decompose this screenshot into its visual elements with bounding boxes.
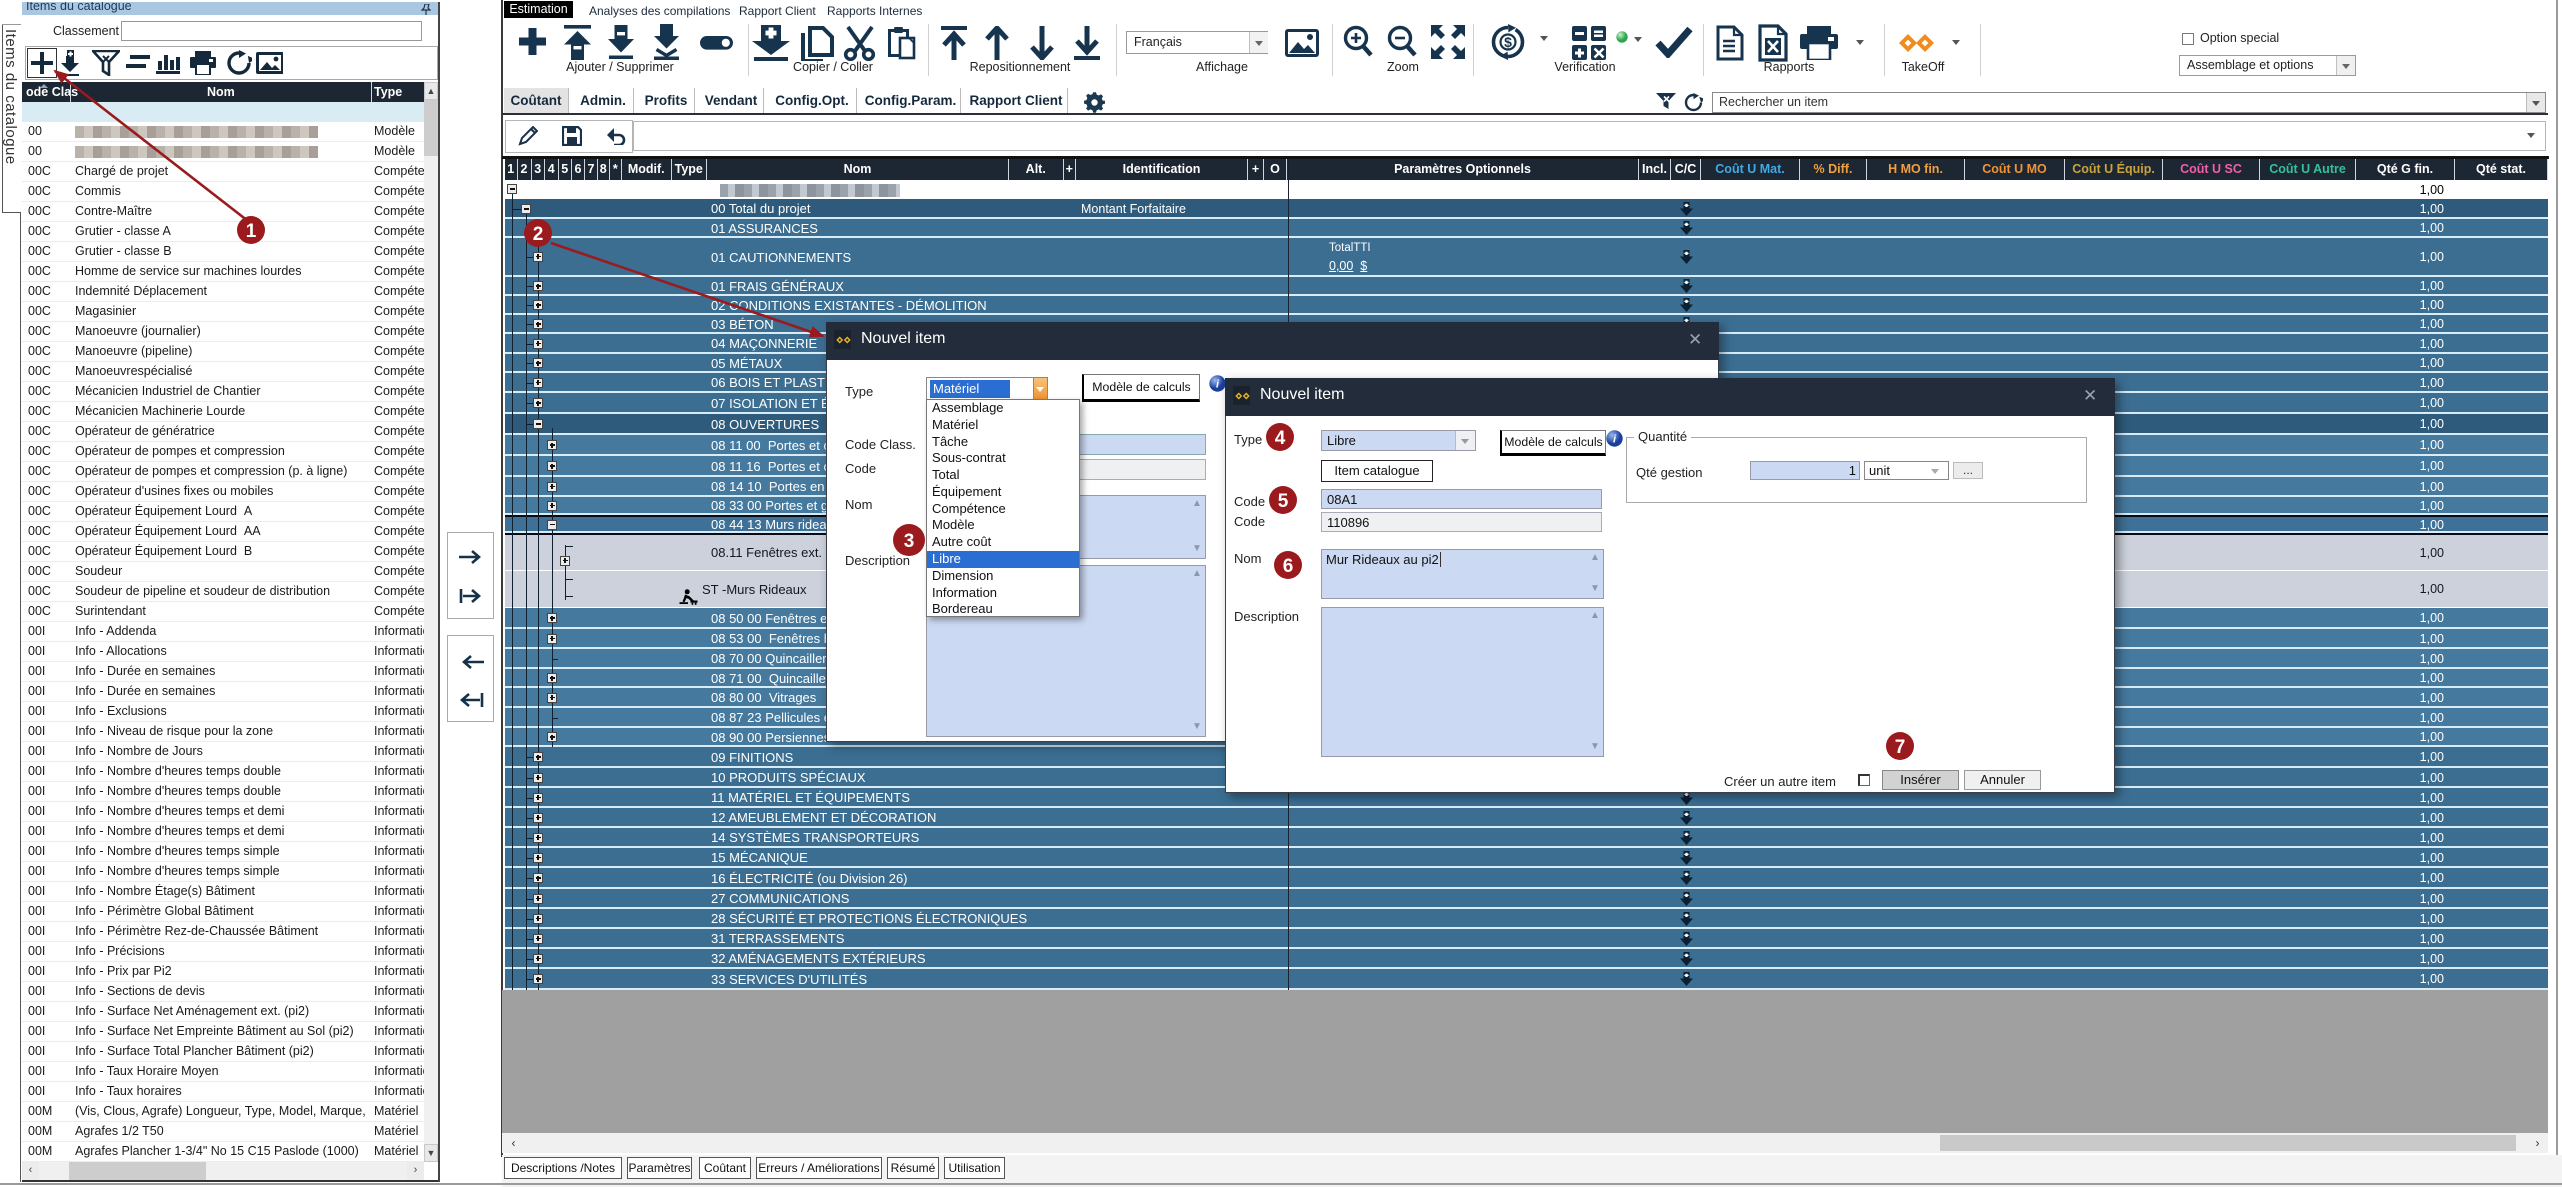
svg-text:7: 7 — [1895, 737, 1906, 758]
svg-text:3: 3 — [904, 531, 915, 552]
svg-text:1: 1 — [246, 221, 257, 242]
svg-text:4: 4 — [1275, 428, 1286, 449]
svg-text:6: 6 — [1283, 556, 1294, 577]
svg-text:5: 5 — [1278, 491, 1289, 512]
svg-text:2: 2 — [533, 224, 544, 245]
